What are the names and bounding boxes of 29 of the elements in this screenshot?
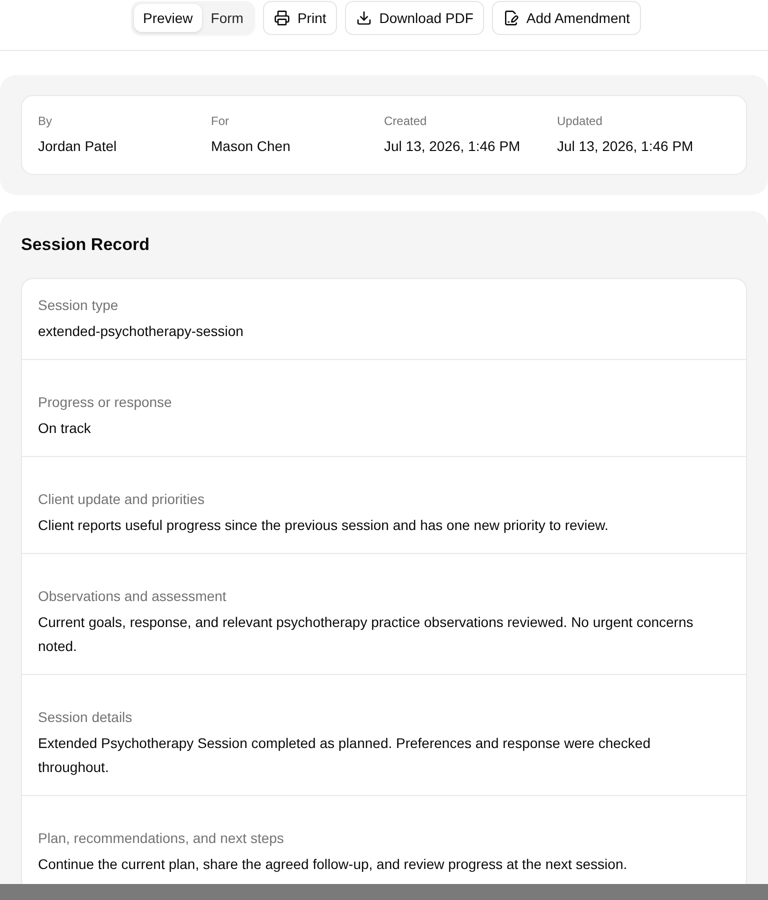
field-value: On track <box>38 419 92 438</box>
meta-value: Jul 13, 2026, 1:46 PM <box>384 137 522 156</box>
view-tab[interactable]: Form <box>202 4 252 32</box>
meta-label: By <box>38 113 54 129</box>
meta-label: For <box>211 113 230 129</box>
meta-value: Jul 13, 2026, 1:46 PM <box>557 137 694 156</box>
section-title: Session Record <box>21 234 150 256</box>
field-label: Session type <box>38 296 120 315</box>
field-label: Session details <box>38 708 134 727</box>
printer-icon <box>274 10 290 26</box>
field-label: Client update and priorities <box>38 490 206 509</box>
field-value: Current goals, response, and relevant psychotherapy practice observations reviewed. No urgent concerns noted. <box>38 613 694 656</box>
field-value: Extended Psychotherapy Session completed as planned. Preferences and response were checked throughout. <box>38 734 652 777</box>
download-icon <box>356 10 372 26</box>
action-button[interactable]: Print <box>263 1 338 35</box>
file-pen-icon <box>503 10 520 26</box>
action-button[interactable]: Add Amendment <box>492 1 641 35</box>
field-label: Plan, recommendations, and next steps <box>38 829 285 848</box>
meta-value: Mason Chen <box>211 137 292 156</box>
meta-value: Jordan Patel <box>38 137 118 156</box>
meta-label: Updated <box>557 113 604 129</box>
field-value: Client reports useful progress since the previous session and has one new priority to review. <box>38 516 610 535</box>
field-value: extended-psychotherapy-session <box>38 322 244 341</box>
field-value: Continue the current plan, share the agreed follow-up, and review progress at the next session. <box>38 855 628 874</box>
action-button[interactable]: Download PDF <box>345 1 484 35</box>
meta-label: Created <box>384 113 428 129</box>
view-tab[interactable]: Preview <box>134 4 202 32</box>
field-label: Observations and assessment <box>38 587 228 606</box>
field-label: Progress or response <box>38 393 173 412</box>
